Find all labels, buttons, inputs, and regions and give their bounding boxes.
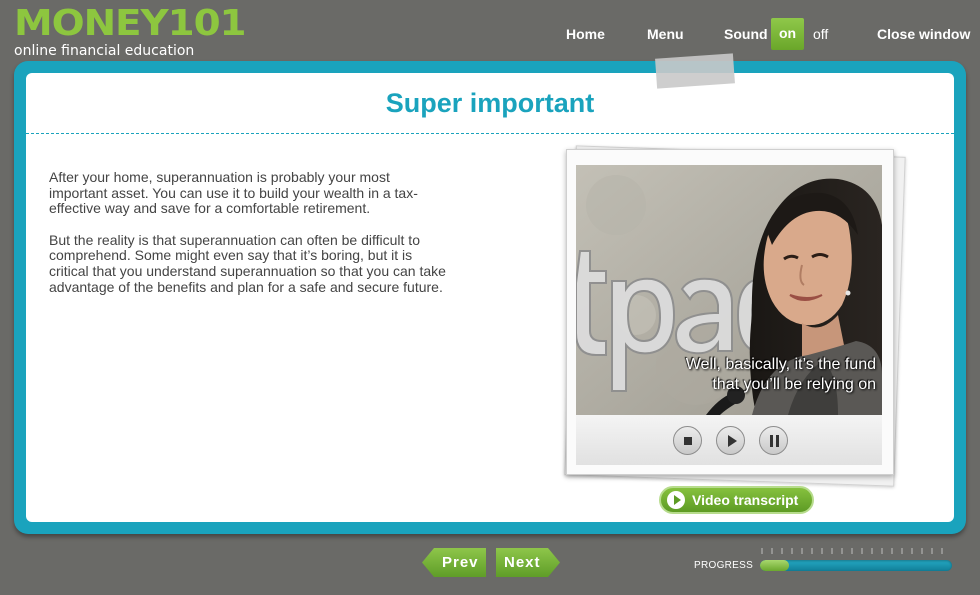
caption-line-1: Well, basically, it’s the fund <box>685 356 876 373</box>
nav-menu-link[interactable]: Menu <box>647 26 684 42</box>
caption-line-2: that you’ll be relying on <box>712 376 876 393</box>
video-transcript-label: Video transcript <box>692 492 799 508</box>
content-panel: Super important After your home, superan… <box>26 73 954 522</box>
nav-home-link[interactable]: Home <box>566 26 605 42</box>
video-caption: Well, basically, it’s the fund that you’… <box>686 355 876 395</box>
progress-fill <box>760 560 789 571</box>
close-window-link[interactable]: Close window <box>877 26 970 42</box>
next-button[interactable]: Next <box>496 548 560 577</box>
progress-label: PROGRESS <box>694 560 754 571</box>
stop-icon <box>684 437 692 445</box>
play-circle-icon <box>667 491 685 509</box>
play-icon <box>728 435 737 447</box>
progress-bar <box>760 560 952 571</box>
video-controls <box>576 415 882 465</box>
title-divider <box>26 133 954 134</box>
page-title: Super important <box>385 88 595 118</box>
sound-on-toggle[interactable]: on <box>771 18 804 50</box>
prev-button[interactable]: Prev <box>422 548 486 577</box>
logo-subtitle: online financial education <box>14 43 195 59</box>
pause-button[interactable] <box>759 426 788 455</box>
pause-icon <box>770 435 779 447</box>
video-player[interactable]: Well, basically, it’s the fund that you’… <box>576 165 882 415</box>
body-text: After your home, superannuation is proba… <box>49 169 449 311</box>
logo-title: MONEY101 <box>14 3 247 44</box>
tape-decoration <box>655 53 735 89</box>
content-frame: Super important After your home, superan… <box>14 61 966 534</box>
logo: MONEY101 online financial education <box>14 6 247 60</box>
sound-off-toggle[interactable]: off <box>813 26 828 42</box>
sound-label: Sound <box>724 26 768 42</box>
body-paragraph: After your home, superannuation is proba… <box>49 169 418 217</box>
stop-button[interactable] <box>673 426 702 455</box>
video-card: Well, basically, it’s the fund that you’… <box>566 149 894 475</box>
body-paragraph: But the reality is that superannuation c… <box>49 231 446 295</box>
play-button[interactable] <box>716 426 745 455</box>
progress-ticks <box>761 548 943 554</box>
video-transcript-button[interactable]: Video transcript <box>659 486 814 514</box>
